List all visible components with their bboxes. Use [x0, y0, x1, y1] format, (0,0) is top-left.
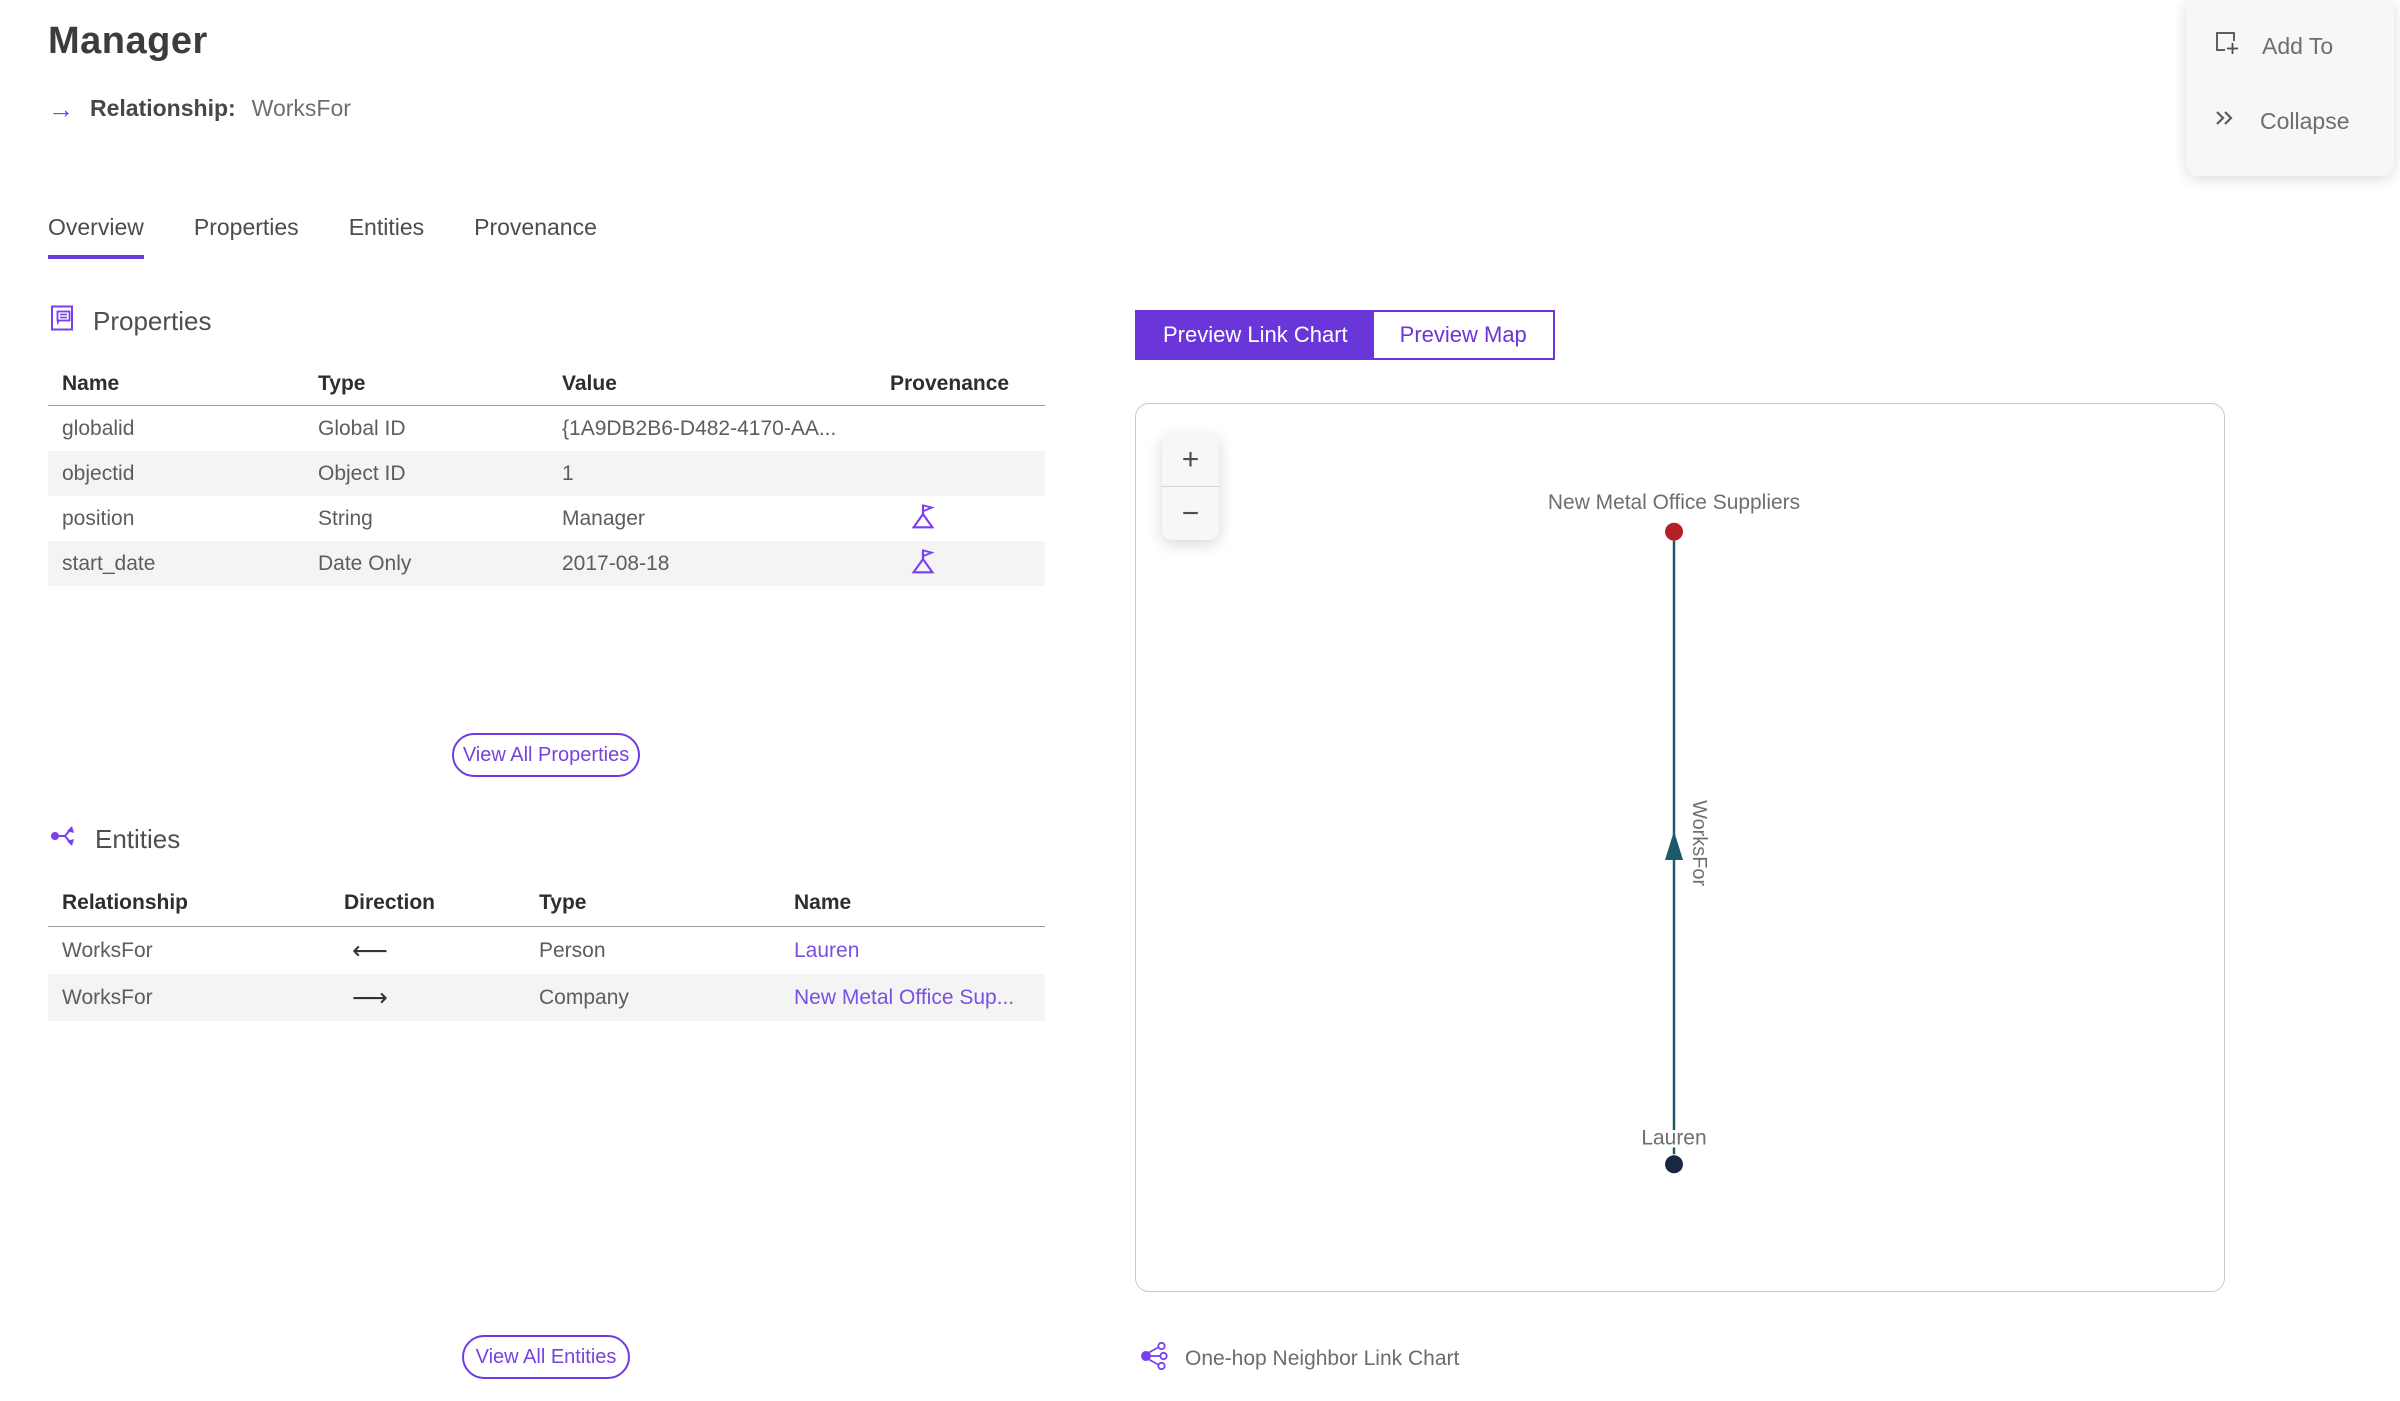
chart-caption-label: One-hop Neighbor Link Chart	[1185, 1347, 1460, 1370]
entity-type: Company	[539, 985, 629, 1009]
add-to-button[interactable]: Add To	[2186, 14, 2394, 78]
column-header-relationship: Relationship	[62, 891, 189, 914]
direction-right-arrow-icon: ⟶	[352, 983, 388, 1012]
provenance-flag-icon[interactable]	[908, 546, 938, 582]
chart-caption: One-hop Neighbor Link Chart	[1138, 1340, 1459, 1378]
column-header-type: Type	[539, 891, 587, 914]
add-to-icon	[2212, 28, 2242, 64]
collapse-button[interactable]: Collapse	[2186, 90, 2394, 152]
zoom-control: + −	[1162, 434, 1219, 540]
entity-type: Person	[539, 938, 606, 962]
view-all-entities-button[interactable]: View All Entities	[462, 1335, 630, 1379]
properties-icon	[48, 303, 78, 340]
edge-label: WorksFor	[1688, 800, 1710, 886]
provenance-flag-icon[interactable]	[908, 501, 938, 537]
direction-left-arrow-icon: ⟵	[352, 936, 388, 965]
table-row: start_date Date Only 2017-08-18	[48, 541, 1045, 586]
node-dot-company[interactable]	[1665, 522, 1683, 541]
column-header-name: Name	[62, 371, 120, 395]
view-all-properties-button[interactable]: View All Properties	[452, 733, 640, 777]
property-value: {1A9DB2B6-D482-4170-AA...	[562, 416, 837, 440]
property-type: Object ID	[318, 461, 406, 485]
tab-bar: Overview Properties Entities Provenance	[48, 214, 597, 259]
properties-section-heading: Properties	[48, 303, 212, 340]
property-provenance	[876, 501, 1045, 537]
entities-heading-label: Entities	[95, 824, 181, 854]
collapse-label: Collapse	[2260, 107, 2350, 134]
preview-map-button[interactable]: Preview Map	[1373, 312, 1553, 358]
relationship-label: Relationship:	[90, 95, 236, 121]
double-chevron-right-icon	[2212, 104, 2240, 138]
entity-name-cell: New Metal Office Sup...	[780, 986, 1045, 1010]
page-title: Manager	[48, 20, 208, 62]
node-label-top: New Metal Office Suppliers	[1548, 491, 1800, 514]
relationship-subtitle: → Relationship: WorksFor	[48, 95, 351, 122]
preview-toggle: Preview Link Chart Preview Map	[1135, 310, 1555, 360]
entities-table: Relationship Direction Type Name WorksFo…	[48, 880, 1045, 1021]
property-name: start_date	[62, 551, 156, 575]
property-value: Manager	[562, 506, 645, 530]
preview-link-chart-button[interactable]: Preview Link Chart	[1137, 312, 1374, 358]
zoom-in-button[interactable]: +	[1162, 434, 1219, 487]
property-name: objectid	[62, 461, 135, 485]
edge-arrowhead-icon	[1665, 831, 1683, 860]
zoom-out-button[interactable]: −	[1162, 487, 1219, 540]
link-chart-canvas[interactable]: WorksFor New Metal Office Suppliers Laur…	[1136, 404, 2224, 1291]
node-dot-person[interactable]	[1665, 1155, 1683, 1174]
tab-overview[interactable]: Overview	[48, 214, 144, 259]
property-name: position	[62, 506, 135, 530]
property-name: globalid	[62, 416, 135, 440]
entity-link[interactable]: Lauren	[794, 939, 859, 962]
entity-name-cell: Lauren	[780, 939, 1045, 963]
tab-properties[interactable]: Properties	[194, 214, 299, 259]
property-value: 2017-08-18	[562, 551, 670, 575]
entity-relationship: WorksFor	[62, 985, 153, 1009]
property-provenance	[876, 546, 1045, 582]
column-header-value: Value	[562, 371, 617, 395]
table-row: globalid Global ID {1A9DB2B6-D482-4170-A…	[48, 406, 1045, 451]
property-type: String	[318, 506, 373, 530]
node-label-bottom: Lauren	[1641, 1126, 1706, 1149]
column-header-provenance: Provenance	[890, 371, 1010, 395]
entity-relationship: WorksFor	[62, 938, 153, 962]
properties-table: Name Type Value Provenance globalid Glob…	[48, 362, 1045, 586]
column-header-direction: Direction	[344, 891, 436, 914]
one-hop-neighbor-icon	[1138, 1340, 1170, 1378]
add-to-label: Add To	[2262, 32, 2334, 59]
table-row: objectid Object ID 1	[48, 451, 1045, 496]
properties-table-header: Name Type Value Provenance	[48, 362, 1045, 406]
property-value: 1	[562, 461, 574, 485]
properties-heading-label: Properties	[93, 306, 212, 336]
column-header-type: Type	[318, 371, 366, 395]
tab-provenance[interactable]: Provenance	[474, 214, 597, 259]
column-header-name: Name	[794, 891, 852, 914]
floating-actions-panel: Add To Collapse	[2186, 0, 2394, 176]
relationship-arrow-icon: →	[48, 93, 74, 124]
entities-section-heading: Entities	[48, 820, 180, 859]
entities-icon	[48, 820, 80, 859]
property-type: Date Only	[318, 551, 412, 575]
relationship-value: WorksFor	[251, 95, 351, 121]
entity-link[interactable]: New Metal Office Sup...	[794, 986, 1014, 1009]
entities-table-header: Relationship Direction Type Name	[48, 880, 1045, 927]
table-row: WorksFor ⟵ Person Lauren	[48, 927, 1045, 974]
link-chart-preview-panel[interactable]: WorksFor New Metal Office Suppliers Laur…	[1135, 403, 2225, 1292]
table-row: position String Manager	[48, 496, 1045, 541]
relationship-detail-page: Manager → Relationship: WorksFor Add To	[0, 0, 2400, 1401]
tab-entities[interactable]: Entities	[349, 214, 424, 259]
property-type: Global ID	[318, 416, 406, 440]
table-row: WorksFor ⟶ Company New Metal Office Sup.…	[48, 974, 1045, 1021]
